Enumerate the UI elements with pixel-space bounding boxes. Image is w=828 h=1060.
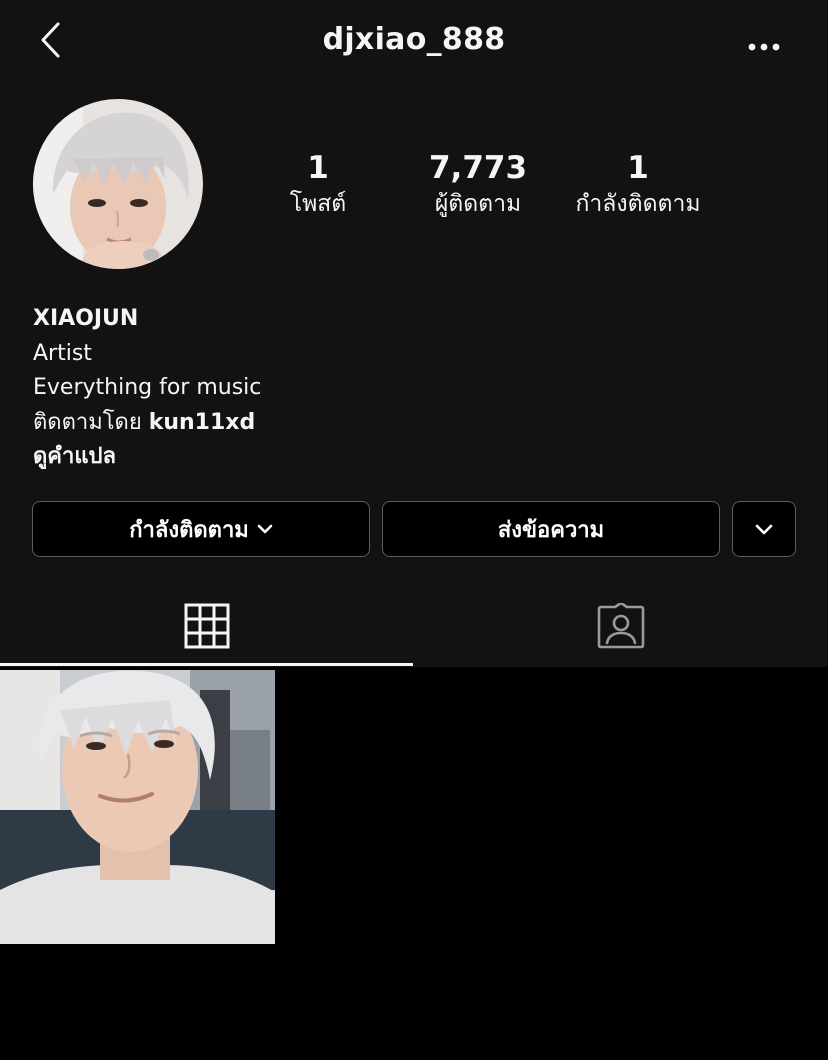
followers-count: 7,773 <box>428 150 528 186</box>
followed-by-prefix: ติดตามโดย <box>33 409 149 435</box>
chevron-down-icon <box>755 524 773 535</box>
bio-description: Everything for music <box>33 375 262 400</box>
tagged-person-icon <box>597 601 645 653</box>
tab-posts-grid[interactable] <box>0 590 413 666</box>
followed-by-user[interactable]: kun11xd <box>149 410 256 435</box>
following-button[interactable]: กำลังติดตาม <box>32 501 370 557</box>
see-translation-link[interactable]: ดูคำแปล <box>33 440 261 475</box>
following-button-label: กำลังติดตาม <box>129 517 249 543</box>
message-button[interactable]: ส่งข้อความ <box>382 501 720 557</box>
followers-label: ผู้ติดตาม <box>434 191 522 217</box>
grid-icon <box>184 603 230 653</box>
followed-by[interactable]: ติดตามโดย kun11xd <box>33 406 261 441</box>
post-thumbnail[interactable] <box>0 670 275 944</box>
suggested-accounts-button[interactable] <box>732 501 796 557</box>
chevron-down-icon <box>257 524 273 534</box>
profile-category: Artist <box>33 340 92 366</box>
profile-username-title: djxiao_888 <box>322 22 506 57</box>
active-tab-indicator <box>0 663 413 666</box>
posts-count: 1 <box>307 150 329 186</box>
posts-label: โพสต์ <box>289 191 347 217</box>
profile-bio: XIAOJUN Artist Everything for music ติดต… <box>33 302 261 475</box>
profile-avatar[interactable] <box>33 99 203 269</box>
tab-tagged[interactable] <box>413 590 828 666</box>
display-name: XIAOJUN <box>33 306 139 331</box>
message-button-label: ส่งข้อความ <box>497 517 605 543</box>
following-label: กำลังติดตาม <box>575 191 701 217</box>
followers-stat[interactable]: 7,773 ผู้ติดตาม <box>418 150 538 220</box>
following-stat[interactable]: 1 กำลังติดตาม <box>560 150 716 220</box>
ellipsis-icon <box>748 36 780 55</box>
following-count: 1 <box>627 150 649 186</box>
more-options-button[interactable] <box>740 30 788 60</box>
posts-stat[interactable]: 1 โพสต์ <box>262 150 374 220</box>
